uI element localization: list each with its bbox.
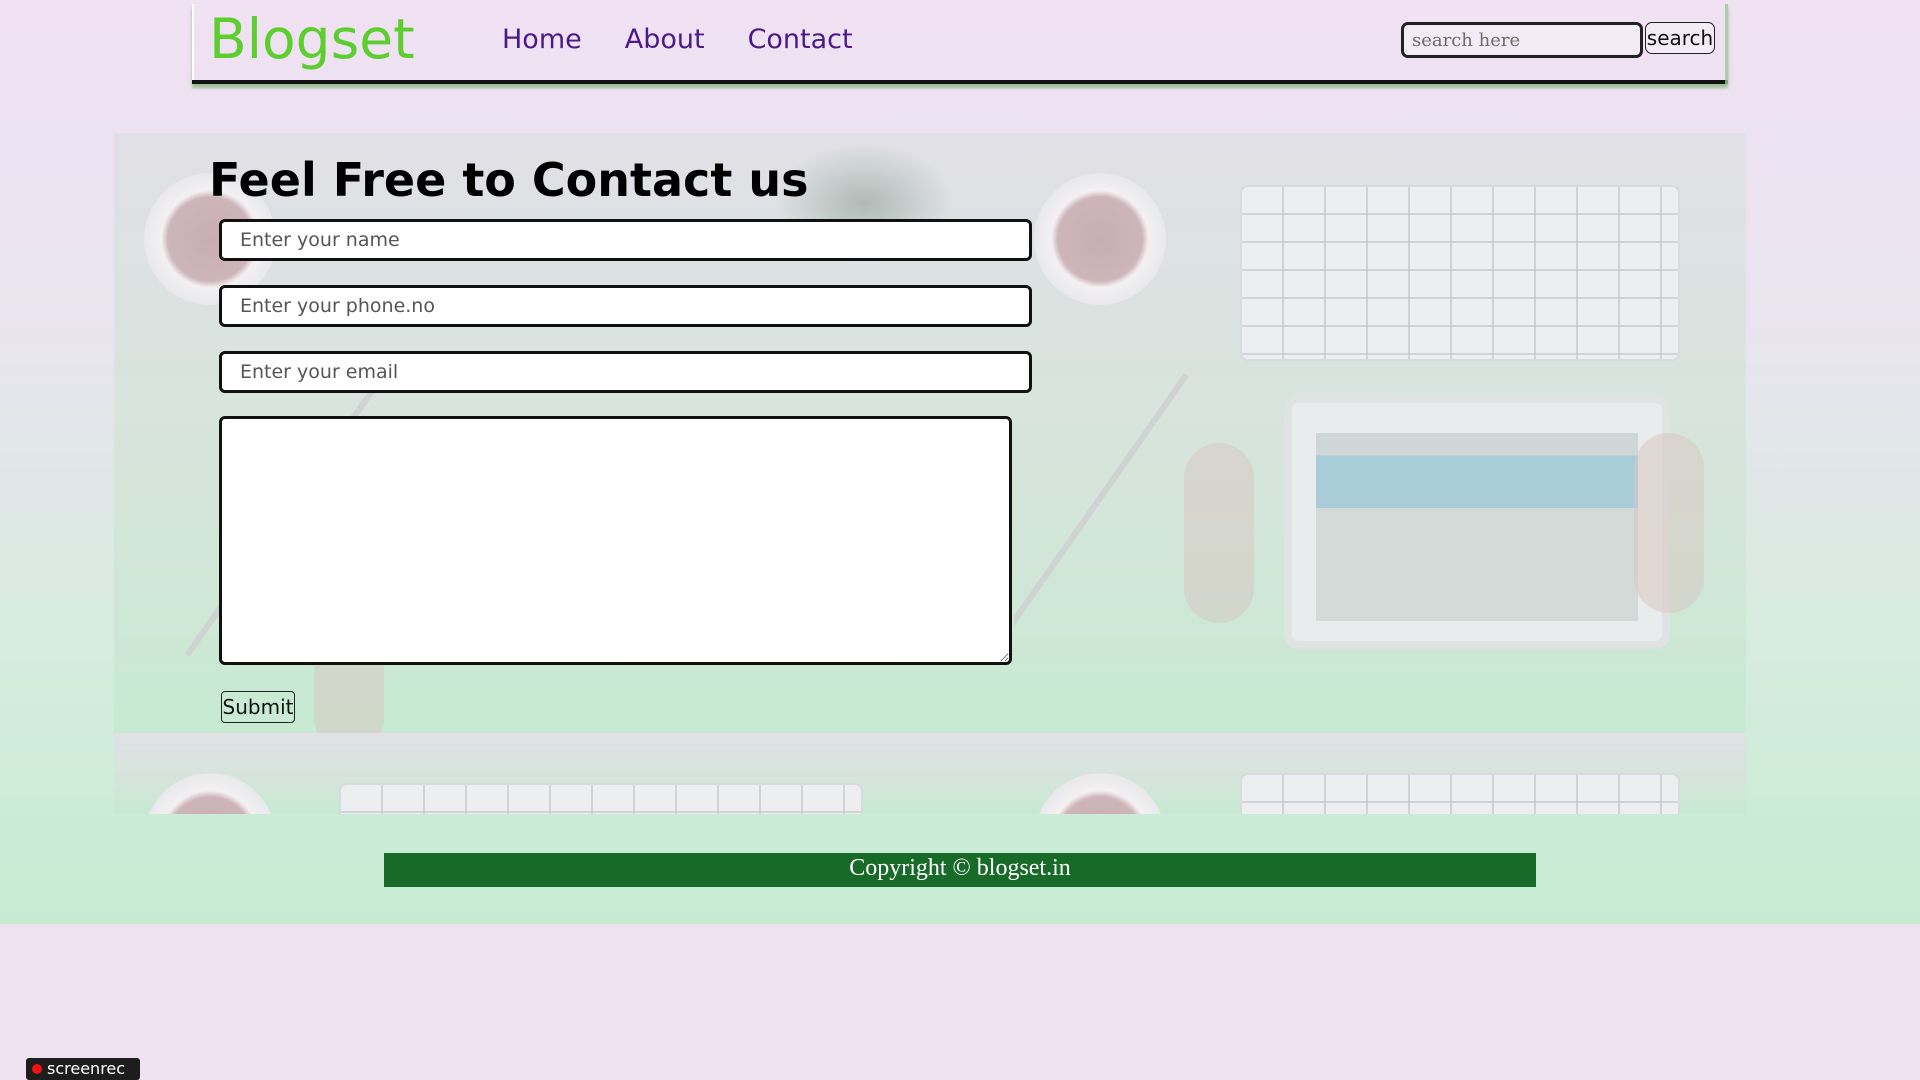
background-tile [1014, 733, 1746, 814]
email-field[interactable] [219, 351, 1032, 393]
keyboard-decoration [1240, 773, 1680, 814]
contact-form: Feel Free to Contact us Submit [114, 133, 1032, 733]
record-dot-icon [32, 1064, 42, 1074]
phone-field[interactable] [219, 285, 1032, 327]
keyboard-decoration [1240, 185, 1680, 361]
search-button[interactable]: search [1645, 22, 1715, 54]
search-input[interactable] [1401, 22, 1643, 58]
tablet-screen-decoration [1316, 433, 1638, 621]
submit-button[interactable]: Submit [221, 691, 295, 723]
navbar: Blogset Home About Contact search [192, 4, 1728, 84]
screen-recorder-badge: screenrec [26, 1058, 140, 1080]
background-tile [114, 733, 1014, 814]
hand-decoration [1634, 433, 1704, 613]
recorder-label: screenrec [47, 1059, 126, 1078]
brand-logo[interactable]: Blogset [209, 12, 415, 67]
mug-decoration [1034, 173, 1166, 305]
contact-title: Feel Free to Contact us [209, 153, 809, 207]
message-textarea[interactable] [219, 416, 1012, 665]
background-tile [1014, 133, 1746, 733]
copyright-text: Copyright © blogset.in [849, 855, 1071, 881]
name-field[interactable] [219, 219, 1032, 261]
hand-decoration [1184, 443, 1254, 623]
tablet-decoration [1284, 395, 1670, 649]
pencil-decoration [1014, 373, 1189, 647]
contact-section: Feel Free to Contact us Submit [114, 133, 1746, 814]
mug-decoration [1034, 773, 1166, 814]
keyboard-decoration [339, 783, 863, 814]
footer: Copyright © blogset.in [384, 853, 1536, 887]
nav-link-contact[interactable]: Contact [748, 24, 853, 56]
nav-link-about[interactable]: About [625, 24, 705, 56]
nav-menu: Home About Contact [502, 24, 853, 56]
nav-link-home[interactable]: Home [502, 24, 582, 56]
mug-decoration [144, 773, 276, 814]
